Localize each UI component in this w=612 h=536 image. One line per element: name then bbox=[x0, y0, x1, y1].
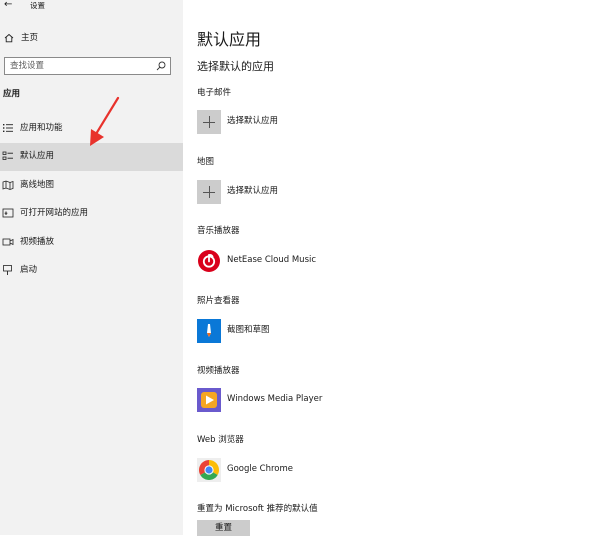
media-player-icon bbox=[197, 388, 221, 412]
window-title: 设置 bbox=[30, 1, 45, 10]
netease-music-icon bbox=[197, 249, 221, 273]
category-label-music-player: 音乐播放器 bbox=[197, 226, 240, 236]
sidebar-item-label: 视频播放 bbox=[20, 237, 55, 247]
map-icon bbox=[2, 180, 14, 190]
app-picker-photo-viewer[interactable]: 截图和草图 bbox=[197, 319, 497, 343]
category-label-email: 电子邮件 bbox=[197, 88, 232, 98]
category-label-maps: 地图 bbox=[197, 157, 215, 167]
category-label-web-browser: Web 浏览器 bbox=[197, 435, 244, 445]
title-bar: ← 设置 bbox=[0, 0, 183, 14]
video-icon bbox=[2, 238, 14, 246]
category-label-video-player: 视频播放器 bbox=[197, 366, 240, 376]
app-name: 截图和草图 bbox=[227, 325, 270, 335]
website-apps-icon bbox=[2, 208, 14, 218]
sidebar-item-label: 可打开网站的应用 bbox=[20, 208, 89, 218]
reset-label: 重置为 Microsoft 推荐的默认值 bbox=[197, 504, 318, 514]
sidebar-item-label: 离线地图 bbox=[20, 180, 55, 190]
plus-icon bbox=[197, 110, 221, 134]
sidebar-item-label: 主页 bbox=[21, 33, 39, 43]
sidebar-item-video-playback[interactable]: 视频播放 bbox=[0, 229, 183, 257]
app-picker-music-player[interactable]: NetEase Cloud Music bbox=[197, 249, 497, 273]
chrome-icon bbox=[197, 458, 221, 482]
sidebar-item-label: 启动 bbox=[20, 265, 38, 275]
reset-button[interactable]: 重置 bbox=[197, 520, 250, 536]
page-title: 默认应用 bbox=[197, 30, 262, 49]
default-apps-panel: 默认应用 选择默认的应用 电子邮件 选择默认应用 地图 选择默认应用 音乐播放器… bbox=[183, 0, 612, 536]
app-picker-web-browser[interactable]: Google Chrome bbox=[197, 458, 497, 482]
sidebar-item-offline-maps[interactable]: 离线地图 bbox=[0, 172, 183, 200]
snip-sketch-icon bbox=[197, 319, 221, 343]
annotation-arrow bbox=[90, 96, 120, 146]
settings-sidebar: ← 设置 主页 应用 应用和功能 默认应用 离线 bbox=[0, 0, 183, 535]
plus-icon bbox=[197, 180, 221, 204]
sidebar-item-home[interactable]: 主页 bbox=[0, 30, 183, 48]
category-label-photo-viewer: 照片查看器 bbox=[197, 296, 240, 306]
sidebar-item-startup[interactable]: 启动 bbox=[0, 257, 183, 285]
app-name: 选择默认应用 bbox=[227, 186, 279, 196]
default-apps-icon bbox=[2, 151, 13, 160]
app-picker-maps[interactable]: 选择默认应用 bbox=[197, 180, 497, 204]
section-label: 应用 bbox=[3, 89, 21, 99]
back-arrow-icon[interactable]: ← bbox=[4, 0, 12, 10]
app-name: Google Chrome bbox=[227, 464, 294, 474]
app-picker-video-player[interactable]: Windows Media Player bbox=[197, 388, 497, 412]
app-name: 选择默认应用 bbox=[227, 116, 279, 126]
sidebar-item-label: 应用和功能 bbox=[20, 123, 63, 133]
search-input[interactable] bbox=[5, 58, 158, 74]
app-picker-email[interactable]: 选择默认应用 bbox=[197, 110, 497, 134]
search-icon[interactable] bbox=[155, 60, 167, 72]
app-name: NetEase Cloud Music bbox=[227, 255, 317, 265]
list-icon bbox=[3, 124, 13, 132]
home-icon bbox=[4, 33, 14, 46]
sidebar-item-label: 默认应用 bbox=[20, 151, 55, 161]
search-box[interactable] bbox=[4, 57, 171, 75]
page-subtitle: 选择默认的应用 bbox=[197, 60, 274, 73]
app-name: Windows Media Player bbox=[227, 394, 323, 404]
sidebar-item-website-apps[interactable]: 可打开网站的应用 bbox=[0, 200, 183, 228]
startup-icon bbox=[3, 265, 12, 275]
